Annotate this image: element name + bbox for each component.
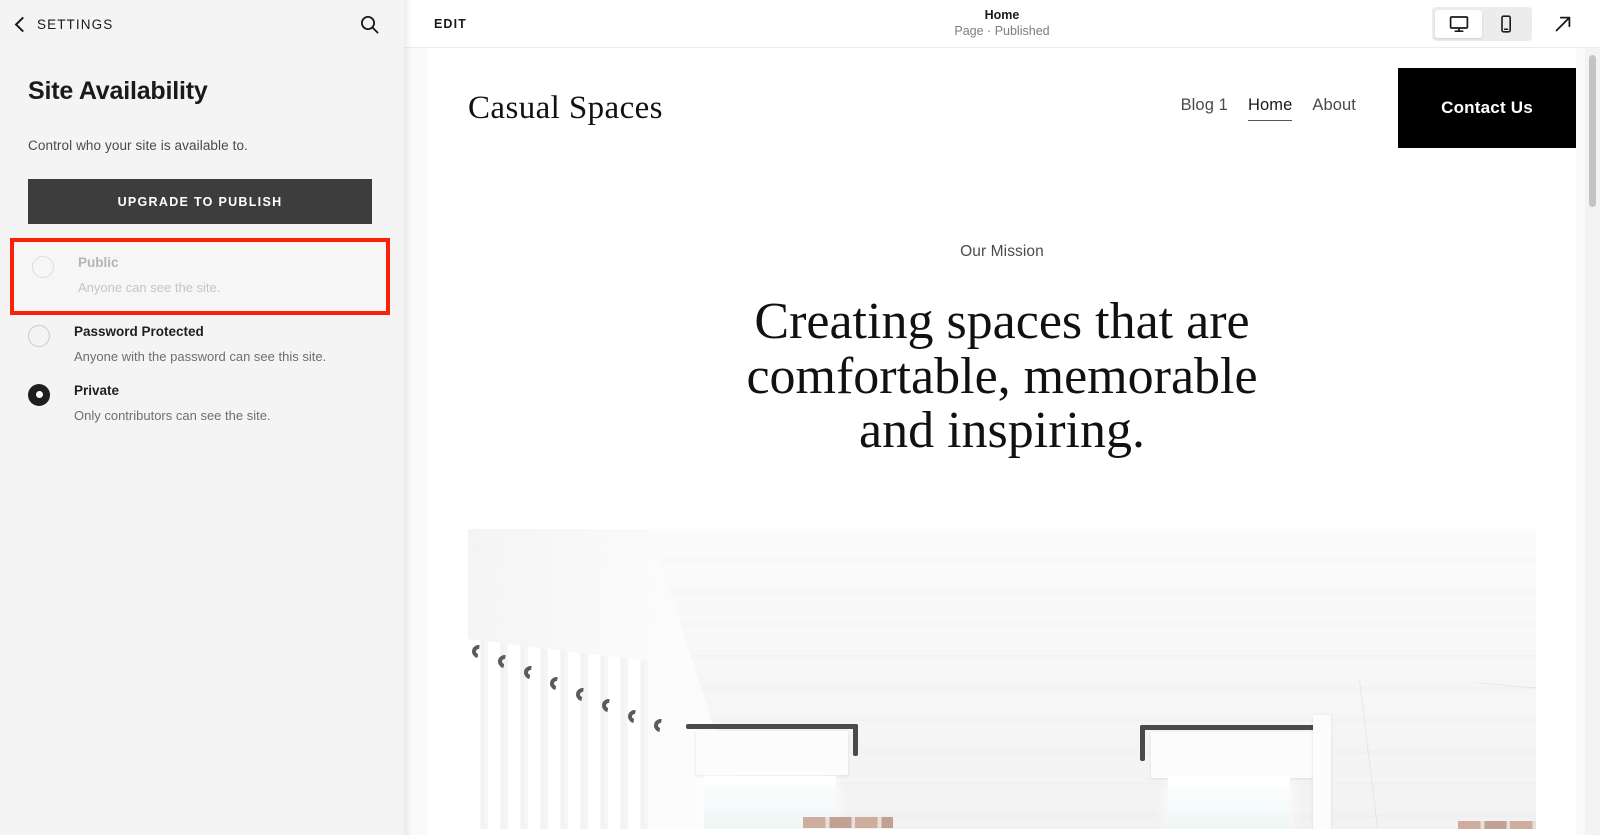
availability-option-description: Anyone can see the site. — [78, 280, 221, 296]
contact-us-button[interactable]: Contact Us — [1398, 68, 1576, 148]
settings-sidebar: SETTINGS Site Availability Control who y… — [0, 0, 412, 835]
site-preview-page: Casual Spaces Blog 1 Home About Contact … — [428, 48, 1576, 835]
search-icon — [360, 15, 379, 34]
panel-description: Control who your site is available to. — [28, 138, 248, 153]
availability-option-text: Public Anyone can see the site. — [78, 255, 220, 296]
availability-option-label: Password Protected — [74, 323, 204, 339]
brick-wall — [803, 816, 893, 828]
curtain-rod-right — [1140, 724, 1322, 730]
curtain-rod-left — [686, 723, 858, 729]
desktop-view-button[interactable] — [1435, 9, 1482, 38]
window-shade-right — [1151, 731, 1313, 778]
preview-toolbar: EDIT Home Page · Published — [404, 0, 1600, 48]
nav-link-blog-1[interactable]: Blog 1 — [1181, 96, 1228, 120]
nav-link-home[interactable]: Home — [1247, 96, 1293, 121]
site-preview-viewport[interactable]: Casual Spaces Blog 1 Home About Contact … — [404, 48, 1600, 835]
nav-link-about[interactable]: About — [1312, 96, 1356, 120]
preview-scrollbar-track[interactable] — [1585, 48, 1600, 835]
availability-option-public[interactable]: Public Anyone can see the site. — [10, 238, 390, 315]
availability-option-text: Private Only contributors can see the si… — [74, 383, 271, 424]
site-navigation: Blog 1 Home About Contact Us — [1181, 68, 1576, 148]
preview-scrollbar-thumb[interactable] — [1589, 55, 1596, 207]
external-link-arrow-icon — [1555, 16, 1571, 31]
back-to-settings-button[interactable]: SETTINGS — [14, 16, 114, 32]
site-header: Casual Spaces Blog 1 Home About Contact … — [428, 48, 1576, 168]
device-view-toggle — [1432, 6, 1532, 41]
window-right — [1168, 777, 1290, 829]
hero-image — [468, 528, 1536, 829]
mobile-phone-icon — [1500, 14, 1511, 33]
sidebar-toolbar: SETTINGS — [0, 0, 404, 48]
mission-eyebrow: Our Mission — [960, 243, 1044, 260]
sidebar-content: Site Availability Control who your site … — [0, 77, 404, 432]
radio-password-protected[interactable] — [28, 324, 50, 347]
radio-private[interactable] — [28, 383, 50, 406]
window-shade-left — [696, 730, 848, 775]
radio-public[interactable] — [32, 256, 54, 278]
chevron-left-icon — [14, 16, 31, 32]
curtain-panel — [468, 638, 648, 829]
curtain-rod-left-bracket — [853, 723, 858, 756]
page-info: Home Page · Published — [404, 0, 1600, 48]
search-button[interactable] — [356, 11, 382, 37]
mobile-view-button[interactable] — [1482, 10, 1529, 38]
preview-page-title: Home — [984, 7, 1020, 22]
edit-button[interactable]: EDIT — [432, 11, 469, 37]
page-title: Site Availability — [28, 77, 208, 105]
desktop-monitor-icon — [1449, 15, 1468, 32]
window-trim-right — [1313, 714, 1331, 829]
app-root: SETTINGS Site Availability Control who y… — [0, 0, 1600, 835]
availability-option-description: Only contributors can see the site. — [74, 407, 271, 423]
availability-option-text: Password Protected Anyone with the passw… — [74, 324, 326, 365]
availability-option-description: Anyone with the password can see this si… — [74, 348, 327, 364]
availability-option-password-protected[interactable]: Password Protected Anyone with the passw… — [28, 315, 376, 374]
availability-option-label: Public — [78, 255, 119, 270]
site-availability-radio-group: Public Anyone can see the site. Password… — [10, 238, 390, 433]
mission-section: Our Mission Creating spaces that are com… — [428, 168, 1576, 459]
toolbar-actions — [1432, 6, 1582, 41]
brick-wall — [1458, 820, 1536, 829]
preview-page-status: Page · Published — [954, 24, 1050, 39]
curtain-rod-right-bracket — [1140, 724, 1145, 761]
availability-option-private[interactable]: Private Only contributors can see the si… — [28, 374, 376, 433]
mission-headline: Creating spaces that are comfortable, me… — [746, 293, 1258, 460]
site-brand-logo[interactable]: Casual Spaces — [468, 90, 663, 127]
preview-panel: EDIT Home Page · Published Casual Spaces… — [404, 0, 1600, 835]
open-in-new-tab-button[interactable] — [1550, 11, 1576, 37]
upgrade-to-publish-button[interactable]: UPGRADE TO PUBLISH — [28, 179, 372, 224]
availability-option-label: Private — [74, 382, 120, 398]
back-to-settings-label: SETTINGS — [37, 16, 114, 32]
